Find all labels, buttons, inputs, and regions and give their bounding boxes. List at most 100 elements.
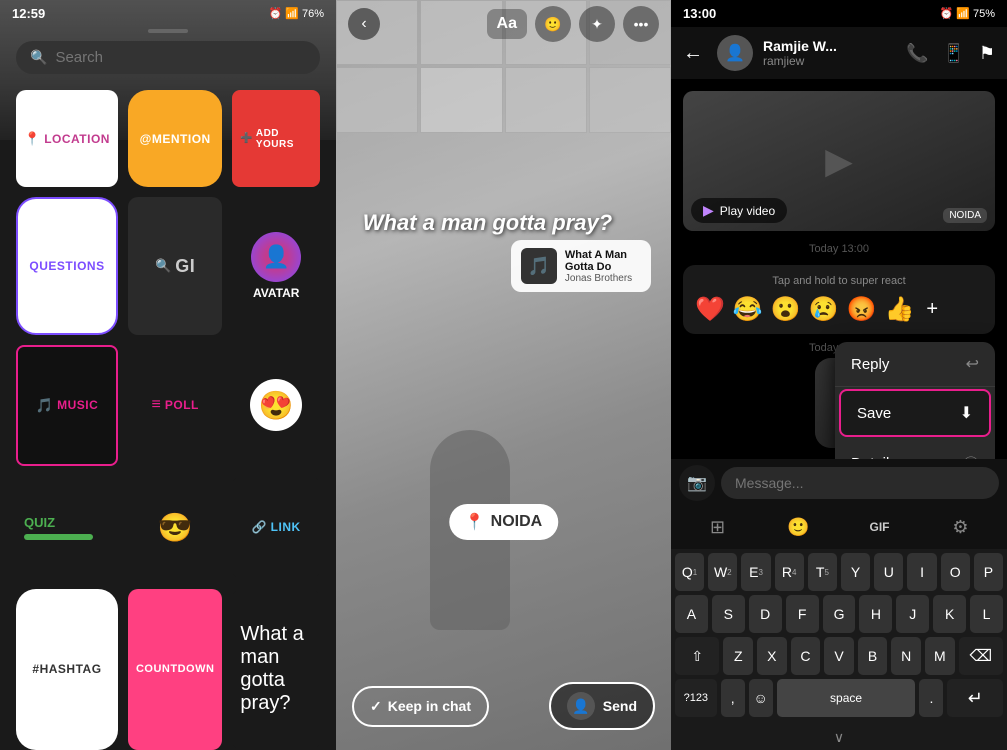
sticker-emoji-hearteyes[interactable]: 😍 <box>232 345 320 466</box>
noida-badge-video: NOIDA <box>943 208 987 223</box>
key-f[interactable]: F <box>786 595 819 633</box>
key-s[interactable]: S <box>712 595 745 633</box>
keyboard-row-4: ?123 , ☺ space . ↵ <box>675 679 1003 717</box>
sticker-link[interactable]: 🔗 LINK <box>232 476 320 578</box>
location-pin-icon: 📍 <box>465 512 485 532</box>
num-key[interactable]: ?123 <box>675 679 717 717</box>
keep-chat-button[interactable]: ✓ Keep in chat <box>352 686 489 727</box>
wifi-icon: 📶 <box>285 7 299 20</box>
key-h[interactable]: H <box>859 595 892 633</box>
video-message[interactable]: ▶ ▶ Play video NOIDA <box>683 91 995 231</box>
sticker-button[interactable]: 🙂 <box>760 511 837 543</box>
keyboard-row-1: Q1 W2 E3 R4 T5 Y U I O P <box>675 553 1003 591</box>
key-r[interactable]: R4 <box>775 553 804 591</box>
key-m[interactable]: M <box>925 637 955 675</box>
location-sticker[interactable]: 📍 NOIDA <box>449 504 558 540</box>
effect-tool-button[interactable]: ✦ <box>579 6 615 42</box>
back-button-p2[interactable]: ‹ <box>348 8 380 40</box>
key-x[interactable]: X <box>757 637 787 675</box>
status-bar-panel2: ‹ Aa 🙂 ✦ ••• <box>336 0 671 48</box>
key-e[interactable]: E3 <box>741 553 770 591</box>
context-reply-item[interactable]: Reply ↩ <box>835 342 995 387</box>
key-l[interactable]: L <box>970 595 1003 633</box>
chevron-down-row: ∨ <box>671 725 1007 750</box>
sticker-music[interactable]: 🎵 MUSIC <box>16 345 118 466</box>
key-b[interactable]: B <box>858 637 888 675</box>
key-p[interactable]: P <box>974 553 1003 591</box>
key-q[interactable]: Q1 <box>675 553 704 591</box>
space-key[interactable]: space <box>777 679 916 717</box>
sticker-avatar[interactable]: 👤 AVATAR <box>232 197 320 334</box>
story-toolbar: Aa 🙂 ✦ ••• <box>487 6 659 42</box>
key-j[interactable]: J <box>896 595 929 633</box>
apps-button[interactable]: ⊞ <box>679 511 756 543</box>
keyboard-row-3: ⇧ Z X C V B N M ⌫ <box>675 637 1003 675</box>
shift-key[interactable]: ⇧ <box>675 637 719 675</box>
key-a[interactable]: A <box>675 595 708 633</box>
search-bar[interactable]: 🔍 <box>16 41 320 74</box>
story-text: What a man gotta pray? <box>363 210 612 236</box>
gif-button[interactable]: GIF <box>841 511 918 543</box>
key-c[interactable]: C <box>791 637 821 675</box>
key-n[interactable]: N <box>891 637 921 675</box>
flag-icon[interactable]: ⚑ <box>979 43 995 64</box>
sticker-questions[interactable]: QUESTIONS <box>16 197 118 334</box>
sticker-emoji2[interactable]: 😎 <box>128 476 222 578</box>
key-y[interactable]: Y <box>841 553 870 591</box>
sticker-poll[interactable]: ≡ POLL <box>128 345 222 466</box>
add-reaction-button[interactable]: + <box>926 298 938 321</box>
key-t[interactable]: T5 <box>808 553 837 591</box>
search-input[interactable] <box>55 49 306 66</box>
sticker-gif[interactable]: 🔍 GI <box>128 197 222 334</box>
message-input[interactable] <box>721 467 999 499</box>
sticker-location[interactable]: 📍 LOCATION <box>16 90 118 187</box>
emoji-heart-react[interactable]: ❤️ <box>695 295 725 324</box>
key-z[interactable]: Z <box>723 637 753 675</box>
status-bar-panel3: 13:00 ⏰ 📶 75% <box>671 0 1007 27</box>
text-tool-button[interactable]: Aa <box>487 9 527 39</box>
key-w[interactable]: W2 <box>708 553 737 591</box>
emoji-thumbsup-react[interactable]: 👍 <box>884 295 914 324</box>
sticker-hashtag[interactable]: #HASHTAG <box>16 589 118 750</box>
settings-button[interactable]: ⚙ <box>922 511 999 543</box>
key-i[interactable]: I <box>907 553 936 591</box>
context-save-item[interactable]: Save ⬇ <box>839 389 991 437</box>
sticker-countdown[interactable]: COUNTDOWN <box>128 589 222 750</box>
sticker-poll-label: POLL <box>165 398 199 412</box>
emoji-cry-react[interactable]: 😢 <box>809 295 839 324</box>
play-video-overlay[interactable]: ▶ Play video <box>691 198 787 223</box>
music-card[interactable]: 🎵 What A Man Gotta Do Jonas Brothers <box>511 240 651 292</box>
chevron-down-icon[interactable]: ∨ <box>834 729 844 746</box>
message-input-bar: 📷 ⊞ 🙂 GIF ⚙ <box>671 459 1007 549</box>
video-call-icon[interactable]: 📱 <box>942 43 964 64</box>
key-u[interactable]: U <box>874 553 903 591</box>
drag-handle[interactable] <box>148 29 188 33</box>
key-v[interactable]: V <box>824 637 854 675</box>
comma-key[interactable]: , <box>721 679 745 717</box>
period-key[interactable]: . <box>919 679 943 717</box>
camera-button[interactable]: 📷 <box>679 465 715 501</box>
emoji-angry-react[interactable]: 😡 <box>847 295 877 324</box>
key-o[interactable]: O <box>941 553 970 591</box>
phone-icon[interactable]: 📞 <box>906 43 928 64</box>
key-d[interactable]: D <box>749 595 782 633</box>
more-tool-button[interactable]: ••• <box>623 6 659 42</box>
send-button[interactable]: 👤 Send <box>549 682 655 730</box>
sticker-mention-label: @MENTION <box>140 132 211 146</box>
sticker-quiz[interactable]: QUIZ <box>16 476 118 578</box>
sticker-addyours[interactable]: ➕ ADD YOURS <box>232 90 320 187</box>
header-action-icons: 📞 📱 ⚑ <box>906 43 995 64</box>
key-k[interactable]: K <box>933 595 966 633</box>
return-key[interactable]: ↵ <box>947 679 1003 717</box>
sticker-questions-label: QUESTIONS <box>29 259 104 273</box>
sticker-mention[interactable]: @MENTION <box>128 90 222 187</box>
backspace-key[interactable]: ⌫ <box>959 637 1003 675</box>
back-button-p3[interactable]: ← <box>683 42 703 65</box>
emoji-wow-react[interactable]: 😮 <box>771 295 801 324</box>
emoji-laugh-react[interactable]: 😂 <box>733 295 763 324</box>
sticker-temp[interactable]: What a man gotta pray? <box>232 589 320 750</box>
context-details-item[interactable]: Details ⓘ <box>835 439 995 459</box>
sticker-tool-button[interactable]: 🙂 <box>535 6 571 42</box>
emoji-key[interactable]: ☺ <box>749 679 773 717</box>
key-g[interactable]: G <box>823 595 856 633</box>
